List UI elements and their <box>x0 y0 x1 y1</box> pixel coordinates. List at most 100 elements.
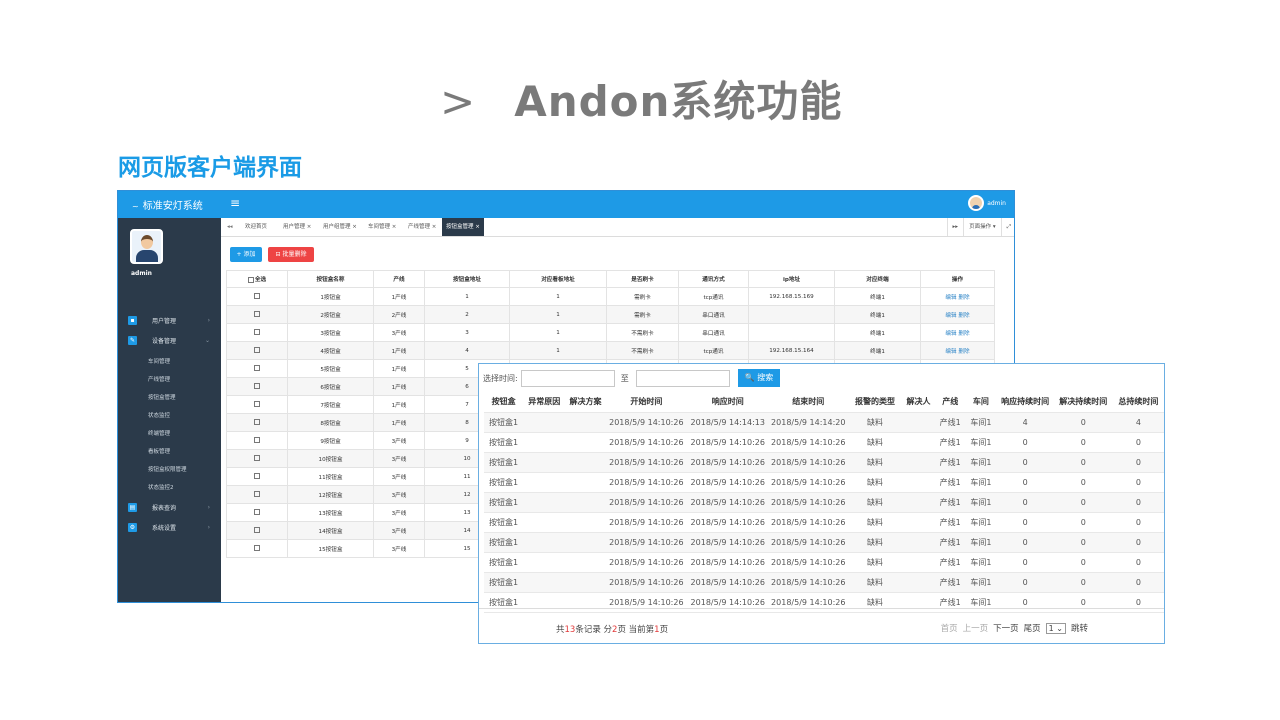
checkbox[interactable] <box>253 545 260 552</box>
checkbox[interactable] <box>253 419 260 426</box>
start-time-input[interactable] <box>520 369 615 387</box>
brand-title: 标准安灯系统 <box>142 201 203 212</box>
add-button[interactable]: + 添加 <box>230 247 262 262</box>
tab-users[interactable]: 用户管理 × <box>279 218 315 236</box>
tab-scroll-left-icon[interactable]: ◂◂ <box>227 218 233 236</box>
checkbox[interactable] <box>253 311 260 318</box>
row-select-cell[interactable] <box>226 395 288 414</box>
table-cell: 0 <box>1112 492 1164 513</box>
page-ops-dropdown[interactable]: 页面操作 ▾ <box>963 218 1001 236</box>
table-cell: 0 <box>996 552 1054 573</box>
tab-welcome[interactable]: 欢迎首页 <box>241 218 271 236</box>
table-row: 按钮盒1 2018/5/9 14:10:26 2018/5/9 14:10:26 20… <box>484 472 1164 493</box>
table-cell: 5按钮盒 <box>287 359 374 378</box>
end-time-input[interactable] <box>635 369 730 387</box>
table-cell: 车间1 <box>965 412 997 433</box>
menu-toggle-icon[interactable]: ≡ <box>230 196 240 210</box>
row-select-cell[interactable] <box>226 467 288 486</box>
checkbox[interactable] <box>253 383 260 390</box>
sidebar-subitem-workshop[interactable]: 车间管理 <box>148 357 170 365</box>
row-select-cell[interactable] <box>226 305 288 324</box>
checkbox[interactable] <box>253 437 260 444</box>
row-select-cell[interactable] <box>226 287 288 306</box>
table-cell <box>565 572 606 593</box>
tab-workshops[interactable]: 车间管理 × <box>364 218 400 236</box>
sidebar-item-label: 设备管理 <box>152 337 177 345</box>
prev-page-link[interactable]: 上一页 <box>963 622 989 634</box>
last-page-link[interactable]: 尾页 <box>1024 622 1041 634</box>
search-button[interactable]: 🔍 搜索 <box>737 369 781 387</box>
checkbox[interactable] <box>253 491 260 498</box>
checkbox[interactable] <box>253 455 260 462</box>
row-select-cell[interactable] <box>226 521 288 540</box>
table-row: 按钮盒1 2018/5/9 14:10:26 2018/5/9 14:10:26 20… <box>484 552 1164 573</box>
chevron-right-icon: › <box>207 503 210 511</box>
table-cell: 3产线 <box>373 521 425 540</box>
checkbox[interactable] <box>253 329 260 336</box>
sidebar-subitem-status[interactable]: 状态监控 <box>148 411 170 419</box>
page-select[interactable]: 1 ⌄ <box>1045 622 1066 634</box>
expand-icon[interactable]: ⤢ <box>1000 218 1014 236</box>
column-header: 对应终端 <box>834 270 921 288</box>
checkbox[interactable] <box>253 473 260 480</box>
row-select-cell[interactable] <box>226 359 288 378</box>
user-menu[interactable]: admin <box>968 195 1006 211</box>
sidebar-subitem-board[interactable]: 看板管理 <box>148 447 170 455</box>
row-select-cell[interactable] <box>226 431 288 450</box>
sidebar-item-settings[interactable]: ⚙ 系统设置 › <box>118 517 221 537</box>
checkbox[interactable] <box>253 527 260 534</box>
table-cell: 按钮盒1 <box>484 432 524 453</box>
row-actions[interactable]: 编辑 删除 <box>920 341 995 360</box>
sidebar-subitem-permission[interactable]: 按钮盒权限管理 <box>148 465 187 473</box>
sidebar-subitem-status2[interactable]: 状态监控2 <box>148 483 174 491</box>
row-select-cell[interactable] <box>226 449 288 468</box>
row-select-cell[interactable] <box>226 503 288 522</box>
table-cell: 2产线 <box>373 305 425 324</box>
row-actions[interactable]: 编辑 删除 <box>920 305 995 324</box>
table-cell: 2018/5/9 14:10:26 <box>605 412 688 433</box>
tab-user-groups[interactable]: 用户组管理 × <box>319 218 361 236</box>
table-cell: 缺料 <box>848 532 902 553</box>
row-select-cell[interactable] <box>226 539 288 558</box>
sidebar-subitem-buttonbox[interactable]: 按钮盒管理 <box>148 393 176 401</box>
row-select-cell[interactable] <box>226 413 288 432</box>
jump-button[interactable]: 跳转 <box>1071 622 1088 634</box>
row-select-cell[interactable] <box>226 323 288 342</box>
checkbox[interactable] <box>253 347 260 354</box>
table-row: 2按钮盒 2产线 2 1 需刷卡 串口通讯 终端1 编辑 删除 <box>226 305 995 324</box>
first-page-link[interactable]: 首页 <box>941 622 958 634</box>
table-cell: tcp通讯 <box>678 287 749 306</box>
checkbox[interactable] <box>253 401 260 408</box>
pager-links: 首页 上一页 下一页 尾页 1 ⌄ 跳转 <box>941 622 1088 634</box>
sidebar-item-user-management[interactable]: ▪ 用户管理 › <box>118 310 221 330</box>
sidebar-subitem-line[interactable]: 产线管理 <box>148 375 170 383</box>
sidebar-item-reports[interactable]: ▤ 报表查询 › <box>118 497 221 517</box>
tab-scroll-right-icon[interactable]: ▸▸ <box>946 218 964 236</box>
next-page-link[interactable]: 下一页 <box>993 622 1019 634</box>
tab-buttonbox[interactable]: 按钮盒管理 × <box>442 218 484 236</box>
table-cell: 按钮盒1 <box>484 452 524 473</box>
checkbox[interactable] <box>253 365 260 372</box>
checkbox[interactable] <box>253 293 260 300</box>
row-select-cell[interactable] <box>226 485 288 504</box>
table-cell <box>523 432 566 453</box>
row-actions[interactable]: 编辑 删除 <box>920 287 995 306</box>
user-name: admin <box>987 199 1006 207</box>
checkbox[interactable] <box>253 509 260 516</box>
column-header: 响应持续时间 <box>996 391 1054 413</box>
row-actions[interactable]: 编辑 删除 <box>920 323 995 342</box>
tab-lines[interactable]: 产线管理 × <box>404 218 440 236</box>
sidebar-item-device-management[interactable]: ✎ 设备管理 ⌄ <box>118 330 221 350</box>
table-cell: 7按钮盒 <box>287 395 374 414</box>
table-cell: 0 <box>996 432 1054 453</box>
table-cell <box>901 552 936 573</box>
checkbox[interactable] <box>247 276 254 283</box>
table-cell: 0 <box>1112 472 1164 493</box>
row-select-cell[interactable] <box>226 377 288 396</box>
select-all-header[interactable]: 全选 <box>226 270 288 288</box>
table-cell: 2018/5/9 14:10:26 <box>687 452 769 473</box>
row-select-cell[interactable] <box>226 341 288 360</box>
table-cell: 3按钮盒 <box>287 323 374 342</box>
sidebar-subitem-terminal[interactable]: 终端管理 <box>148 429 170 437</box>
batch-delete-button[interactable]: ⊟ 批量删除 <box>268 247 314 262</box>
